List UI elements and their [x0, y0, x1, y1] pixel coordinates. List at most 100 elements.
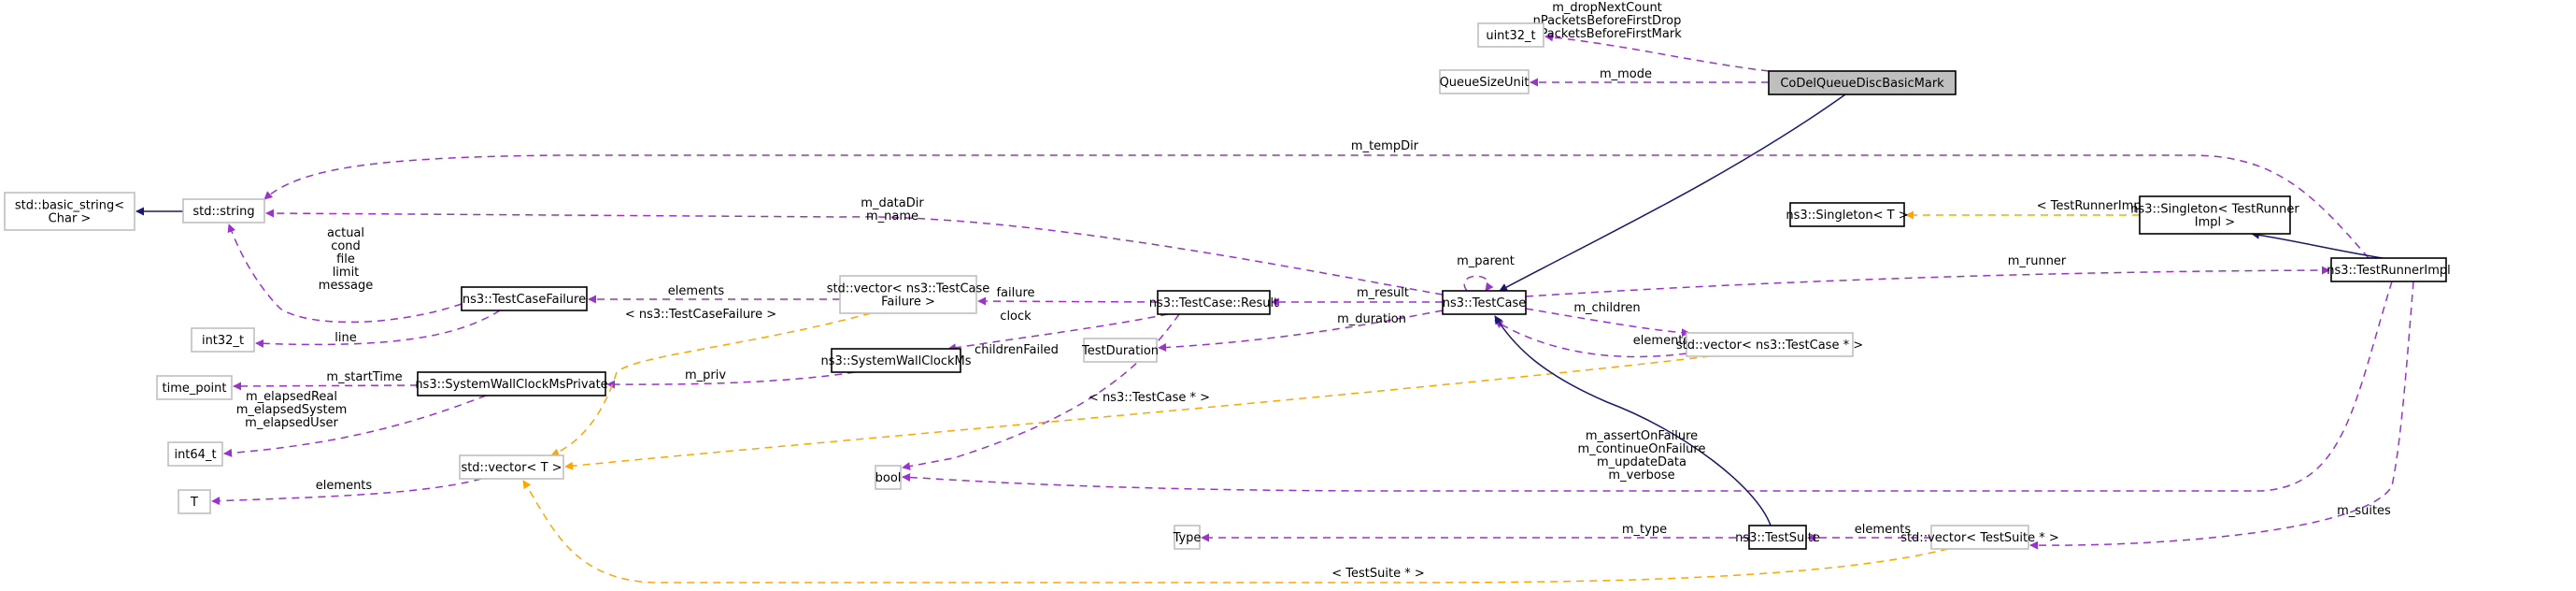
node-bool: bool [875, 465, 902, 490]
edge-result-to-vec_tcf [977, 296, 1159, 306]
edge-label: m_type [1622, 523, 1667, 537]
edge-label: < ns3::TestCaseFailure > [625, 308, 776, 322]
node-singleton-t[interactable]: ns3::Singleton< T > [1786, 202, 1909, 227]
edge-label: m_mode [1600, 67, 1652, 81]
edge-label: m_dropNextCount [1552, 1, 1662, 15]
edge-label: m_continueOnFailure [1578, 442, 1706, 456]
edge-label: line [334, 331, 356, 345]
node-testcase[interactable]: ns3::TestCase [1442, 290, 1527, 315]
node-label: int64_t [174, 448, 216, 462]
edge-label: file [336, 252, 355, 267]
node-swcmsp[interactable]: ns3::SystemWallClockMsPrivate [415, 371, 608, 396]
edge-label: m_priv [685, 368, 726, 382]
node-label: Type [1173, 531, 1202, 545]
node-codel: CoDelQueueDiscBasicMark [1768, 70, 1957, 95]
node-label: Impl > [2195, 216, 2235, 230]
edge-label: m_elapsedReal [246, 390, 337, 404]
node-vec-t: std::vector< T > [459, 454, 564, 480]
node-time-point: time_point [156, 375, 233, 400]
node-label: ns3::TestRunnerImpl [2327, 264, 2451, 278]
edge-testcase-to-testrunnerimpl [1525, 266, 2330, 297]
collaboration-diagram: m_dropNextCountnPacketsBeforeFirstDropnP… [4, 1, 2451, 584]
edge-swcms-to-swcmsp [606, 371, 856, 389]
node-int64: int64_t [167, 441, 223, 467]
node-swcms[interactable]: ns3::SystemWallClockMs [820, 348, 972, 373]
node-type: Type [1173, 525, 1202, 550]
node-label: TestDuration [1081, 344, 1159, 358]
edge-label: nPacketsBeforeFirstDrop [1533, 14, 1682, 28]
node-label: ns3::TestCase [1443, 296, 1526, 310]
edge-label: < TestSuite * > [1331, 567, 1424, 581]
edge-label: m_tempDir [1351, 139, 1419, 153]
node-string: std::string [182, 198, 265, 223]
edge-label: m_assertOnFailure [1586, 429, 1698, 443]
edge-label: childrenFailed [975, 343, 1059, 357]
node-queuesizeunit: QueueSizeUnit [1439, 69, 1530, 94]
node-label: std::vector< ns3::TestCase [827, 282, 990, 296]
edge-codel-to-uint32 [1544, 33, 1770, 72]
node-testcasefailure[interactable]: ns3::TestCaseFailure [461, 286, 588, 311]
edge-label: nPacketsBeforeFirstMark [1532, 27, 1682, 41]
node-label: ns3::SystemWallClockMsPrivate [415, 378, 607, 392]
edge-label: m_result [1357, 286, 1409, 300]
edge-label: m_suites [2337, 504, 2391, 518]
node-singleton-tri[interactable]: ns3::Singleton< TestRunnerImpl > [2130, 195, 2299, 235]
node-vec-tc: std::vector< ns3::TestCase * > [1676, 332, 1863, 357]
node-result[interactable]: ns3::TestCase::Result [1149, 290, 1278, 315]
node-vec-tcf: std::vector< ns3::TestCaseFailure > [827, 275, 990, 314]
node-label: ns3::Singleton< T > [1786, 209, 1908, 223]
edge-label: m_parent [1457, 254, 1515, 268]
node-testduration: TestDuration [1081, 338, 1159, 363]
edge-label: m_dataDir [861, 196, 924, 210]
edge-label: m_children [1573, 301, 1640, 315]
node-testsuite[interactable]: ns3::TestSuite [1735, 525, 1820, 550]
node-label: ns3::TestSuite [1735, 531, 1820, 545]
node-basic-string: std::basic_string<Char > [4, 192, 135, 231]
edge-label: m_startTime [326, 370, 402, 384]
node-label: std::vector< TestSuite * > [1900, 531, 2059, 545]
edge-label: < ns3::TestCase * > [1089, 391, 1210, 405]
edge-label: m_verbose [1608, 468, 1674, 483]
edge-label: elements [668, 284, 725, 298]
node-label: int32_t [202, 334, 244, 348]
edge-label: failure [996, 286, 1034, 300]
edge-label: cond [331, 239, 361, 253]
node-uint32: uint32_t [1477, 22, 1544, 48]
edge-label: m_name [866, 209, 918, 223]
node-label: CoDelQueueDiscBasicMark [1780, 77, 1944, 91]
edge-label: actual [327, 226, 364, 240]
node-label: QueueSizeUnit [1440, 76, 1530, 90]
edge-testcase-to-testcase [1463, 275, 1494, 292]
edge-label: m_runner [2008, 254, 2067, 268]
edge-label: m_elapsedUser [245, 416, 338, 430]
node-int32: int32_t [191, 327, 255, 353]
edge-codel-to-testcase [1499, 94, 1846, 292]
edge-swcmsp-to-time_point [233, 382, 419, 391]
node-testrunnerimpl[interactable]: ns3::TestRunnerImpl [2327, 257, 2451, 282]
node-label: Char > [49, 212, 92, 226]
edge-label: message [319, 279, 373, 293]
node-label: std::string [192, 205, 254, 219]
edge-vec_tc-to-vec_t [564, 355, 1711, 470]
edge-label: elements [316, 479, 373, 493]
edge-label: m_elapsedSystem [236, 403, 348, 417]
node-label: T [190, 496, 198, 510]
node-label: ns3::SystemWallClockMs [820, 354, 971, 368]
edge-label: clock [1000, 310, 1032, 324]
edge-label: m_duration [1337, 312, 1406, 326]
edge-label: m_updateData [1597, 455, 1686, 469]
node-label: time_point [162, 382, 226, 396]
node-label: uint32_t [1486, 29, 1535, 43]
edge-label: limit [333, 266, 360, 280]
node-label: std::vector< T > [461, 461, 562, 475]
node-label: std::vector< ns3::TestCase * > [1676, 339, 1863, 353]
node-label: ns3::Singleton< TestRunner [2130, 203, 2299, 217]
node-label: ns3::TestCase::Result [1149, 296, 1278, 310]
node-label: bool [875, 471, 902, 485]
node-label: Failure > [881, 296, 935, 310]
edge-testcasefailure-to-int32 [255, 310, 501, 348]
node-T: T [178, 489, 211, 514]
node-vec-ts: std::vector< TestSuite * > [1900, 525, 2059, 550]
node-label: ns3::TestCaseFailure [463, 293, 586, 307]
node-label: std::basic_string< [15, 199, 124, 213]
